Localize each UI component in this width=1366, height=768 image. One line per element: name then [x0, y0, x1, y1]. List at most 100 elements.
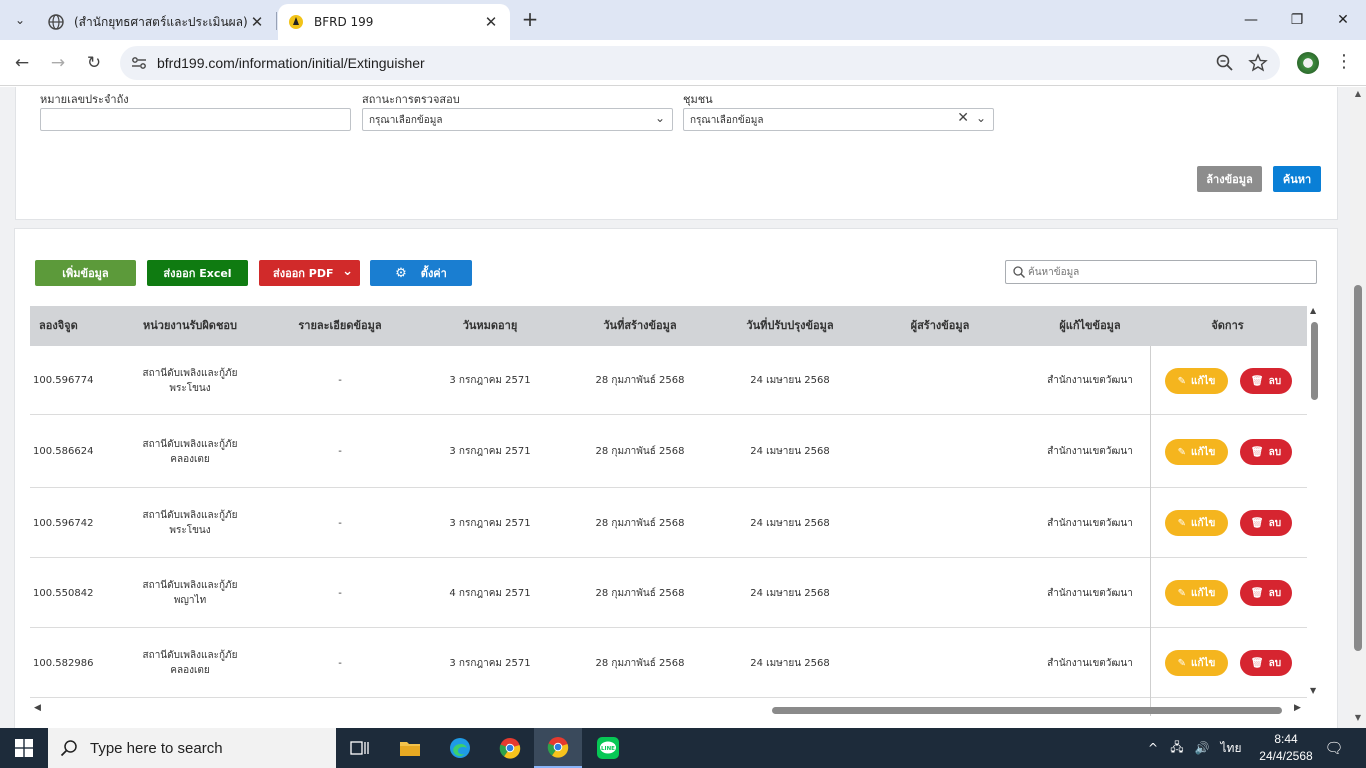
taskbar-search-box[interactable]: Type here to search [48, 728, 336, 768]
settings-button[interactable]: ⚙ ตั้งค่า [370, 260, 472, 286]
cell-editor: สำนักงานเขตวัฒนา [1047, 517, 1133, 529]
pencil-icon: ✎ [1177, 517, 1186, 529]
tab-title: BFRD 199 [314, 15, 374, 29]
trash-icon: 🗑 [1250, 587, 1264, 599]
clear-icon[interactable]: ✕ [957, 110, 969, 126]
edit-button[interactable]: ✎ แก้ไข [1165, 368, 1228, 394]
tank-number-label: หมายเลขประจำถัง [40, 93, 129, 106]
unit-line-2: พระโขนง [169, 382, 211, 394]
page-vertical-scrollbar[interactable]: ▲ ▼ [1350, 87, 1366, 728]
export-pdf-button[interactable]: ส่งออก PDF ⌄ [259, 260, 360, 286]
clock-date: 24/4/2568 [1259, 749, 1313, 763]
restore-button[interactable]: ❐ [1274, 0, 1320, 40]
chrome-button[interactable] [486, 728, 534, 768]
clear-button[interactable]: ล้างข้อมูล [1197, 166, 1262, 192]
add-data-button[interactable]: เพิ่มข้อมูล [35, 260, 136, 286]
close-tab-icon[interactable]: ✕ [482, 13, 500, 31]
pencil-icon: ✎ [1177, 587, 1186, 599]
edit-button[interactable]: ✎ แก้ไข [1165, 439, 1228, 465]
table-row: 100.586624 สถานีดับเพลิงและกู้ภัย คลองเตย -… [30, 415, 1307, 488]
back-button[interactable]: ← [10, 51, 34, 75]
cell-editor: สำนักงานเขตวัฒนา [1047, 587, 1133, 599]
notification-icon[interactable]: 🗨 [1318, 728, 1350, 768]
pencil-icon: ✎ [1177, 446, 1186, 458]
edit-button[interactable]: ✎ แก้ไข [1165, 510, 1228, 536]
chrome-icon [499, 738, 521, 759]
cell-longitude: 100.586624 [33, 446, 94, 457]
community-select[interactable]: กรุณาเลือกข้อมูล ✕ ⌄ [683, 108, 994, 131]
table-horizontal-scrollbar[interactable]: ◀ ▶ [32, 703, 1322, 717]
status-select-value: กรุณาเลือกข้อมูล [369, 115, 443, 126]
start-button[interactable] [0, 728, 48, 768]
chrome-active-button[interactable] [534, 728, 582, 768]
scroll-thumb[interactable] [1354, 285, 1362, 651]
system-clock[interactable]: 8:44 24/4/2568 [1259, 731, 1313, 765]
cell-editor: สำนักงานเขตวัฒนา [1047, 657, 1133, 669]
table-search-box[interactable] [1005, 260, 1317, 284]
show-hidden-icons-button[interactable]: ^ [1143, 728, 1163, 768]
edit-button[interactable]: ✎ แก้ไข [1165, 580, 1228, 606]
line-app-button[interactable]: LINE [584, 728, 632, 768]
profile-avatar[interactable] [1297, 52, 1319, 74]
data-table: ลองจิจูด หน่วยงานรับผิดชอบ รายละเอียดข้อ… [30, 306, 1307, 716]
zoom-icon[interactable] [1215, 53, 1235, 73]
bookmark-star-icon[interactable] [1248, 53, 1268, 73]
edge-button[interactable] [436, 728, 484, 768]
forward-button[interactable]: → [46, 51, 70, 75]
cell-created-date: 28 กุมภาพันธ์ 2568 [595, 517, 685, 529]
file-explorer-button[interactable] [386, 728, 434, 768]
table-search-input[interactable] [1028, 264, 1308, 280]
browser-tab-strategy[interactable]: (สำนักยุทธศาสตร์และประเมินผล) :: โ ✕ [38, 4, 276, 40]
delete-button[interactable]: 🗑 ลบ [1240, 580, 1292, 606]
edit-button[interactable]: ✎ แก้ไข [1165, 650, 1228, 676]
scroll-thumb[interactable] [772, 707, 1282, 714]
cell-updated-date: 24 เมษายน 2568 [750, 375, 830, 386]
site-info-icon[interactable] [130, 54, 148, 72]
delete-button[interactable]: 🗑 ลบ [1240, 650, 1292, 676]
delete-button[interactable]: 🗑 ลบ [1240, 368, 1292, 394]
edit-label: แก้ไข [1191, 657, 1216, 669]
export-excel-button[interactable]: ส่งออก Excel [147, 260, 248, 286]
header-updated-date: วันที่ปรับปรุงข้อมูล [746, 319, 834, 332]
volume-icon[interactable]: 🔊 [1190, 728, 1214, 768]
scroll-down-icon[interactable]: ▼ [1310, 686, 1316, 695]
trash-icon: 🗑 [1250, 657, 1264, 669]
scroll-down-icon[interactable]: ▼ [1353, 713, 1363, 722]
network-icon[interactable]: 🖧 [1165, 728, 1189, 768]
globe-icon [48, 14, 64, 30]
chevron-down-icon[interactable]: ⌄ [342, 264, 353, 279]
scroll-up-icon[interactable]: ▲ [1310, 306, 1316, 315]
delete-button[interactable]: 🗑 ลบ [1240, 439, 1292, 465]
trash-icon: 🗑 [1250, 517, 1264, 529]
table-vertical-scrollbar[interactable]: ▲ ▼ [1309, 306, 1321, 696]
close-window-button[interactable]: ✕ [1320, 0, 1366, 40]
status-select[interactable]: กรุณาเลือกข้อมูล ⌄ [362, 108, 673, 131]
close-tab-icon[interactable]: ✕ [248, 13, 266, 31]
search-button[interactable]: ค้นหา [1273, 166, 1321, 192]
chevron-down-icon: ⌄ [975, 111, 986, 125]
scroll-right-icon[interactable]: ▶ [1294, 703, 1301, 713]
task-view-button[interactable] [336, 728, 384, 768]
new-tab-button[interactable]: + [518, 8, 542, 32]
pencil-icon: ✎ [1177, 657, 1186, 669]
delete-button[interactable]: 🗑 ลบ [1240, 510, 1292, 536]
reload-button[interactable]: ↻ [82, 51, 106, 75]
scroll-up-icon[interactable]: ▲ [1353, 89, 1363, 98]
chrome-menu-icon[interactable]: ⋮ [1334, 51, 1354, 75]
input-language-indicator[interactable]: ไทย [1216, 728, 1246, 768]
header-actions: จัดการ [1211, 319, 1244, 332]
minimize-button[interactable]: — [1228, 0, 1274, 40]
tank-number-input[interactable] [40, 108, 351, 131]
address-bar[interactable]: bfrd199.com/information/initial/Extingui… [120, 46, 1280, 80]
unit-line-1: สถานีดับเพลิงและกู้ภัย [142, 438, 238, 450]
unit-line-1: สถานีดับเพลิงและกู้ภัย [142, 650, 238, 661]
cell-editor: สำนักงานเขตวัฒนา [1047, 375, 1133, 386]
scroll-left-icon[interactable]: ◀ [34, 703, 41, 713]
scroll-thumb[interactable] [1311, 322, 1318, 400]
browser-tab-bfrd[interactable]: BFRD 199 ✕ [278, 4, 510, 40]
tab-search-button[interactable]: ⌄ [8, 8, 32, 32]
browser-toolbar: ← → ↻ bfrd199.com/information/initial/Ex… [0, 40, 1366, 86]
taskbar-search-placeholder: Type here to search [90, 739, 223, 757]
browser-tab-bar: ⌄ (สำนักยุทธศาสตร์และประเมินผล) :: โ ✕ B… [0, 0, 1366, 40]
url-text: bfrd199.com/information/initial/Extingui… [157, 55, 425, 71]
